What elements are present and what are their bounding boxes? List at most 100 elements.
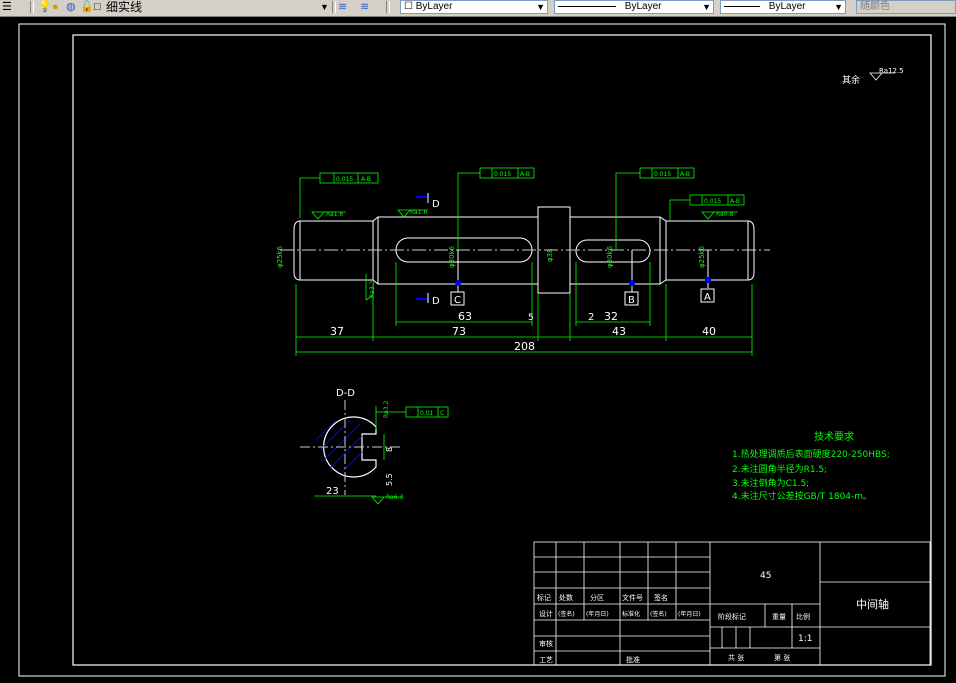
toolbar-separator: [386, 1, 390, 13]
make-current-layer-icon[interactable]: ≋: [338, 0, 347, 14]
gdt-leader: [615, 172, 640, 250]
diameter-label: φ30k6: [606, 245, 614, 268]
drawing-canvas[interactable]: 其余 Ra12.5 D D 0.015 A-B 0.015 A-B 0.015 …: [0, 17, 956, 683]
section-dim: 23: [326, 486, 339, 497]
gdt-tol: 0.015: [336, 176, 353, 183]
scale-label: 比例: [796, 612, 810, 621]
weight-label: 重量: [772, 613, 786, 621]
gdt-datum: A-B: [520, 171, 530, 178]
lock-icon[interactable]: 🔓: [80, 0, 94, 14]
dimension-value: 32: [604, 310, 618, 323]
design-cell: (年月日): [586, 610, 609, 618]
gdt-text: 0.015 A-B 0.015 A-B 0.015 A-B 0.015 A-B …: [326, 171, 740, 298]
drawing-frame: [72, 34, 932, 666]
overall-roughness-label: 其余: [842, 74, 860, 86]
overall-roughness: 其余 Ra12.5: [842, 67, 904, 86]
tech-note: 3.未注倒角为C1.5;: [732, 477, 809, 489]
color-checkbox-icon: ☐: [404, 1, 413, 12]
section-view-dd: D-D 23 8 5.5 0.01 C Ra3.2 Ra6.3: [300, 388, 449, 505]
title-block-text: 45 中间轴 1:1 标记 处数 分区 文件号 签名 设计 (签名) (年月日)…: [537, 571, 889, 664]
diameter-label: φ38: [546, 248, 554, 262]
color-swatch-icon: □: [94, 1, 101, 13]
overall-roughness-value: Ra12.5: [879, 67, 904, 75]
sun-icon[interactable]: ●: [52, 0, 59, 14]
gdt-datum: C: [440, 410, 444, 417]
tech-note: 2.未注圆角半径为R1.5;: [732, 463, 827, 475]
design-cell: (签名): [558, 610, 575, 618]
roughness-value: Ra0.8: [716, 211, 733, 218]
gdt-datum: A-B: [361, 176, 371, 183]
technical-requirements: 技术要求 1.热处理调质后表面硬度220-250HBS; 2.未注圆角半径为R1…: [732, 430, 890, 502]
design-cell: 标准化: [622, 610, 640, 618]
section-title: D-D: [336, 388, 355, 399]
approve-label: 批准: [626, 655, 640, 664]
layer-previous-icon[interactable]: ≋: [360, 0, 369, 14]
toolbar-separator: [332, 1, 336, 13]
section-mark-bottom: D: [432, 296, 440, 307]
sheet-total: 共 张: [728, 653, 744, 662]
lineweight-control-combo[interactable]: ByLayer ▼: [720, 0, 846, 14]
design-cell: (年月日): [678, 610, 701, 618]
dimension-value: 40: [702, 325, 716, 338]
chevron-down-icon: ▼: [834, 2, 843, 12]
dimension-texts: 63 32 37 73 5 2 43 40 208: [330, 310, 716, 353]
chevron-down-icon: ▼: [536, 2, 545, 12]
layer-dropdown-arrow-icon[interactable]: ▼: [320, 0, 329, 14]
gdt-datum: A-B: [730, 198, 740, 205]
tech-note: 4.未注尺寸公差按GB/T 1804-m。: [732, 490, 872, 502]
section-hatch: [315, 419, 363, 473]
diameter-label: φ30k6: [448, 245, 456, 268]
design-cell: (签名): [650, 610, 667, 618]
linetype-control-combo[interactable]: ByLayer ▼: [554, 0, 714, 14]
diameter-label: φ25k6: [698, 245, 706, 268]
plotstyle-control-combo: 随颜色: [856, 0, 956, 14]
toolbar-separator: [30, 1, 34, 13]
overall-length: 208: [514, 340, 535, 353]
layer-manager-icon[interactable]: ☰: [2, 0, 12, 14]
roughness-value: Ra3.2: [369, 281, 376, 298]
layer-name[interactable]: 细实线: [106, 0, 142, 14]
material: 45: [760, 571, 771, 581]
diameter-labels: φ25k6 φ30k6 φ38 φ30k6 φ25k6: [276, 245, 706, 268]
gdt-tol: 0.015: [494, 171, 511, 178]
section-mark-top: D: [432, 199, 440, 210]
lineweight-combo-value: ByLayer: [768, 1, 806, 12]
datum-markers: C B A: [450, 250, 715, 306]
process-label: 工艺: [539, 656, 553, 664]
lightbulb-icon[interactable]: 💡: [38, 0, 52, 14]
dimension-value: 5: [528, 313, 534, 323]
color-combo-value: ByLayer: [415, 1, 453, 12]
diameter-label: φ25k6: [276, 245, 284, 268]
lineweight-sample: [724, 5, 760, 7]
sheet-number: 第 张: [774, 653, 790, 662]
scale-value: 1:1: [798, 634, 812, 644]
shaft-main-view: [280, 206, 770, 294]
viewport-freeze-icon[interactable]: ◍: [66, 0, 76, 14]
dimension-value: 63: [458, 310, 472, 323]
datum-label: A: [704, 292, 711, 303]
datum-label: B: [628, 295, 635, 306]
row-label: 分区: [590, 593, 604, 602]
section-dim: 5.5: [385, 473, 394, 486]
chevron-down-icon: ▼: [702, 2, 711, 12]
stage-mark-label: 阶段标记: [718, 612, 746, 621]
section-dim: 8: [385, 447, 394, 452]
dimension-value: 37: [330, 325, 344, 338]
datum-label: C: [454, 295, 461, 306]
roughness-value: Ra6.3: [386, 494, 403, 501]
dimension-value: 43: [612, 325, 626, 338]
dimension-value: 2: [588, 312, 594, 323]
review-label: 审核: [539, 639, 553, 648]
gdt-datum: A-B: [680, 171, 690, 178]
gdt-leader: [669, 199, 690, 220]
design-label: 设计: [539, 609, 553, 618]
part-name: 中间轴: [856, 597, 889, 611]
row-label: 文件号: [622, 593, 643, 602]
color-control-combo[interactable]: ☐ ByLayer ▼: [400, 0, 548, 14]
gdt-tol: 0.015: [654, 171, 671, 178]
tech-note: 1.热处理调质后表面硬度220-250HBS;: [732, 448, 890, 460]
properties-toolbar: ☰ 💡 ● ◍ 🔓 □ 细实线 ▼ ≋ ≋ ☐ ByLayer ▼ ByLaye…: [0, 0, 956, 17]
linetype-sample: [558, 5, 616, 7]
row-label: 签名: [654, 593, 668, 602]
row-label: 处数: [559, 593, 573, 602]
